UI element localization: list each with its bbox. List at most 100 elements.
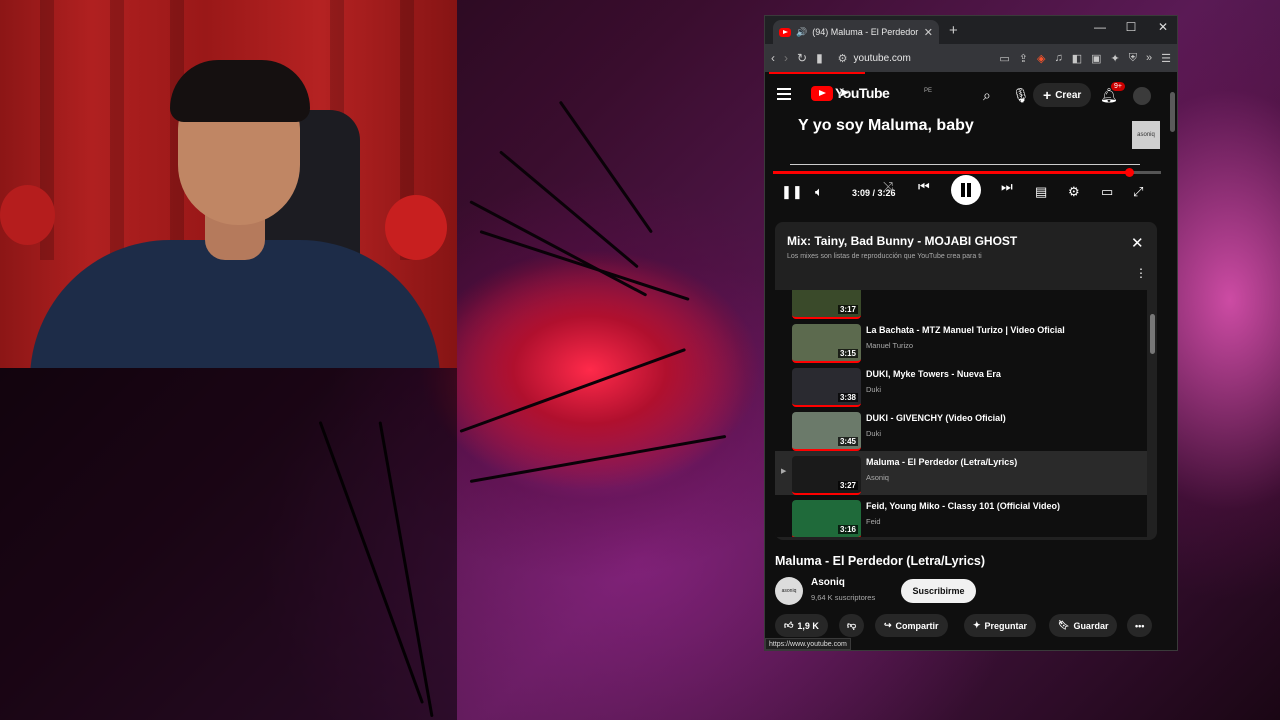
back-icon[interactable]: ‹ [771, 51, 775, 65]
browser-window: 🔊 (94) Maluma - El Perdedor (L... ✕ + — … [764, 15, 1178, 651]
address-bar[interactable]: ⚙ youtube.com [832, 47, 991, 69]
browser-tab[interactable]: 🔊 (94) Maluma - El Perdedor (L... ✕ [773, 20, 939, 44]
music-icon[interactable]: ♫ [1054, 52, 1062, 64]
playlist-item[interactable]: 3:17 [775, 290, 1147, 319]
vpn-icon[interactable]: ⛨ [1129, 52, 1137, 65]
subscribe-button[interactable]: Suscribirme [901, 579, 976, 603]
video-thumbnail[interactable]: 3:15 [792, 324, 861, 363]
tab-title: (94) Maluma - El Perdedor (L... [812, 27, 919, 37]
video-player[interactable]: Y yo soy Maluma, baby asoniq ❚❚ 🔈︎ 3:09 … [765, 117, 1165, 205]
url-text: youtube.com [853, 52, 911, 64]
youtube-play-icon [811, 85, 833, 101]
volume-icon[interactable]: 🔈︎ [815, 184, 823, 200]
status-bar-url: https://www.youtube.com [765, 638, 851, 650]
like-button[interactable]: 👍︎ 1,9 K [775, 614, 828, 637]
duration-badge: 3:38 [837, 393, 858, 402]
close-tab-icon[interactable]: ✕ [924, 26, 933, 39]
shuffle-icon[interactable]: ⤨ [883, 179, 893, 195]
wallet-icon[interactable]: ▣ [1091, 52, 1101, 65]
progress-bar[interactable] [773, 168, 1161, 177]
thumbs-up-icon: 👍︎ [784, 620, 794, 630]
playlist-item[interactable]: 3:15 La Bachata - MTZ Manuel Turizo | Vid… [775, 319, 1147, 363]
share-icon[interactable]: ⇪ [1019, 52, 1028, 65]
captions-icon[interactable]: ▭ [1101, 184, 1113, 200]
settings-gear-icon[interactable]: ⚙ [1068, 184, 1080, 200]
pause-icon[interactable]: ❚❚ [781, 184, 803, 200]
youtube-favicon-icon [779, 27, 791, 37]
page-load-bar [769, 72, 865, 74]
video-thumbnail[interactable]: 3:17 [792, 290, 861, 319]
maximize-icon[interactable]: ☐ [1121, 20, 1141, 34]
page-scrollbar[interactable] [1168, 72, 1177, 650]
playlist-item-title: Maluma - El Perdedor (Letra/Lyrics) [866, 457, 1018, 467]
playlist-item-channel: Asoniq [866, 473, 889, 482]
player-controls: ❚❚ 🔈︎ 3:09 / 3:26 ⤨ ⏮ ⏭ ▤ ⚙ ▭ ⤢ [765, 175, 1165, 208]
playlist-scrollbar[interactable] [1148, 290, 1157, 537]
previous-icon[interactable]: ⏮ [918, 179, 930, 195]
site-info-icon[interactable]: ⚙ [838, 52, 848, 65]
notification-badge: 9+ [1111, 82, 1125, 91]
dislike-button[interactable]: 👎︎ [839, 614, 865, 637]
video-thumbnail[interactable]: 3:27 [792, 456, 861, 495]
save-button[interactable]: 🔖︎ Guardar [1049, 614, 1118, 637]
more-tools-icon[interactable]: » [1146, 52, 1152, 64]
duration-badge: 3:27 [837, 481, 858, 490]
playlist-item-channel: Manuel Turizo [866, 341, 914, 350]
sidebar-icon[interactable]: ◧ [1072, 52, 1082, 65]
channel-avatar[interactable]: asoniq [775, 577, 803, 605]
account-avatar[interactable] [1133, 87, 1151, 105]
more-vertical-icon[interactable]: ⋮ [1135, 266, 1147, 280]
more-horizontal-icon: ••• [1135, 620, 1145, 631]
scrubber-handle[interactable] [1124, 168, 1134, 177]
mouse-cursor-icon: ➤ [838, 84, 850, 100]
playlist-item-title: DUKI, Myke Towers - Nueva Era [866, 369, 1001, 379]
forward-icon[interactable]: › [784, 51, 788, 65]
video-thumbnail[interactable]: 3:38 [792, 368, 861, 407]
youtube-header: YouTube PE ⌕ 🎙︎ + Crear 🔔︎ 9+ [765, 78, 1165, 114]
more-actions-button[interactable]: ••• [1127, 614, 1153, 637]
brave-shield-icon[interactable]: ◈ [1037, 52, 1045, 65]
speaker-icon[interactable]: 🔊 [796, 27, 807, 38]
create-button[interactable]: + Crear [1033, 83, 1092, 107]
duration-badge: 3:16 [837, 525, 858, 534]
playlist-item[interactable]: 3:45 DUKI - GIVENCHY (Video Oficial) Duki [775, 407, 1147, 451]
ask-button[interactable]: ✦ Preguntar [964, 614, 1037, 637]
expand-icon[interactable]: ⤢ [1133, 184, 1143, 200]
extensions-icon[interactable]: ✦ [1111, 52, 1120, 65]
now-playing-icon: ▶ [781, 468, 787, 475]
bookmark-icon[interactable]: ▮ [816, 51, 823, 65]
reload-icon[interactable]: ↻ [797, 51, 807, 65]
video-title: Maluma - El Perdedor (Letra/Lyrics) [775, 554, 986, 568]
hamburger-menu-icon[interactable] [777, 88, 791, 100]
video-thumbnail[interactable]: 3:45 [792, 412, 861, 451]
spiderman-toy [385, 195, 447, 260]
deadpool-toy [0, 185, 55, 245]
channel-name[interactable]: Asoniq [811, 577, 845, 588]
menu-icon[interactable]: ☰ [1161, 52, 1171, 65]
playlist-item[interactable]: ▶ 3:27 Maluma - El Perdedor (Letra/Lyrics)… [775, 451, 1147, 495]
close-window-icon[interactable]: ✕ [1153, 20, 1173, 34]
playlist-item-title: Feid, Young Miko - Classy 101 (Official … [866, 501, 1061, 511]
video-thumbnail[interactable]: 3:16 [792, 500, 861, 537]
minimize-icon[interactable]: — [1090, 20, 1110, 34]
sparkle-icon: ✦ [973, 620, 981, 630]
playlist-item[interactable]: 3:38 DUKI, Myke Towers - Nueva Era Duki [775, 363, 1147, 407]
channel-watermark: asoniq [1132, 121, 1160, 149]
youtube-logo[interactable]: YouTube PE [811, 85, 932, 101]
close-icon[interactable]: ✕ [1131, 234, 1144, 252]
desktop: 🔊 (94) Maluma - El Perdedor (L... ✕ + — … [0, 0, 1280, 720]
microphone-icon[interactable]: 🎙︎ [1012, 87, 1030, 104]
share-arrow-icon: ↪ [884, 620, 892, 630]
new-tab-button[interactable]: + [949, 22, 958, 39]
autoplay-icon[interactable]: ▤ [1035, 184, 1047, 200]
cast-icon[interactable]: ▭ [999, 52, 1009, 65]
playlist-title[interactable]: Mix: Tainy, Bad Bunny - MOJABI GHOST [787, 234, 1017, 248]
big-pause-button[interactable] [951, 175, 981, 205]
tab-strip: 🔊 (94) Maluma - El Perdedor (L... ✕ + — … [765, 16, 1177, 44]
share-button[interactable]: ↪ Compartir [875, 614, 948, 637]
search-icon[interactable]: ⌕ [983, 87, 991, 104]
playlist-item[interactable]: 3:16 Feid, Young Miko - Classy 101 (Offic… [775, 495, 1147, 537]
next-icon[interactable]: ⏭ [1001, 179, 1013, 195]
thumbs-down-icon: 👎︎ [847, 620, 857, 630]
duration-badge: 3:15 [837, 349, 858, 358]
